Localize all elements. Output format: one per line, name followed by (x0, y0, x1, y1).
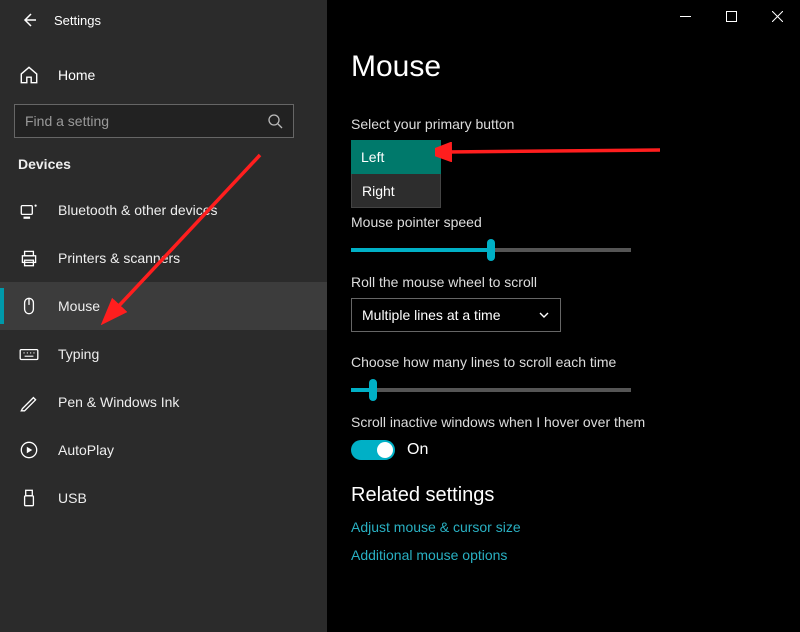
link-additional-mouse[interactable]: Additional mouse options (351, 547, 800, 563)
settings-window: Settings Home Devices Bluetooth & other … (0, 0, 800, 632)
slider-thumb[interactable] (369, 379, 377, 401)
slider-thumb[interactable] (487, 239, 495, 261)
main-panel: Mouse Select your primary button Left Ri… (327, 0, 800, 632)
chevron-down-icon (538, 309, 550, 321)
titlebar: Settings (0, 0, 327, 40)
window-controls (662, 0, 800, 32)
maximize-icon (726, 11, 737, 22)
maximize-button[interactable] (708, 0, 754, 32)
sidebar-section-label: Devices (0, 156, 327, 186)
sidebar-item-label: Mouse (58, 298, 100, 314)
keyboard-icon (18, 343, 40, 365)
sidebar-item-autoplay[interactable]: AutoPlay (0, 426, 327, 474)
sidebar-item-typing[interactable]: Typing (0, 330, 327, 378)
sidebar-item-label: Printers & scanners (58, 250, 180, 266)
window-title: Settings (54, 13, 101, 28)
sidebar-item-label: USB (58, 490, 87, 506)
search-wrap (0, 98, 327, 156)
sidebar-item-mouse[interactable]: Mouse (0, 282, 327, 330)
wheel-scroll-dropdown[interactable]: Multiple lines at a time (351, 298, 561, 332)
search-box[interactable] (14, 104, 294, 138)
link-adjust-cursor[interactable]: Adjust mouse & cursor size (351, 519, 800, 535)
hover-scroll-label: Scroll inactive windows when I hover ove… (351, 414, 800, 430)
hover-toggle-row: On (351, 440, 800, 460)
search-icon (267, 113, 283, 129)
close-icon (772, 11, 783, 22)
sidebar-item-printers[interactable]: Printers & scanners (0, 234, 327, 282)
sidebar-item-label: Bluetooth & other devices (58, 202, 218, 218)
mouse-icon (18, 295, 40, 317)
minimize-icon (680, 11, 691, 22)
sidebar-item-pen[interactable]: Pen & Windows Ink (0, 378, 327, 426)
sidebar-item-usb[interactable]: USB (0, 474, 327, 522)
wheel-scroll-label: Roll the mouse wheel to scroll (351, 274, 800, 290)
back-arrow-icon (21, 12, 37, 28)
dropdown-option-right[interactable]: Right (351, 174, 441, 208)
autoplay-icon (18, 439, 40, 461)
lines-scroll-slider[interactable] (351, 388, 631, 392)
toggle-state-label: On (407, 441, 428, 459)
minimize-button[interactable] (662, 0, 708, 32)
pointer-speed-slider[interactable] (351, 248, 631, 252)
slider-fill (351, 248, 491, 252)
sidebar-item-label: AutoPlay (58, 442, 114, 458)
dropdown-option-left[interactable]: Left (351, 140, 441, 174)
pointer-speed-label: Mouse pointer speed (351, 214, 800, 230)
primary-button-dropdown[interactable]: Left Right (351, 140, 441, 208)
sidebar-item-label: Pen & Windows Ink (58, 394, 179, 410)
usb-icon (18, 487, 40, 509)
sidebar: Settings Home Devices Bluetooth & other … (0, 0, 327, 632)
toggle-knob (377, 442, 393, 458)
printer-icon (18, 247, 40, 269)
sidebar-item-bluetooth[interactable]: Bluetooth & other devices (0, 186, 327, 234)
search-input[interactable] (25, 113, 267, 129)
home-icon (18, 64, 40, 86)
sidebar-home[interactable]: Home (0, 52, 327, 98)
home-label: Home (58, 67, 95, 83)
close-button[interactable] (754, 0, 800, 32)
hover-toggle[interactable] (351, 440, 395, 460)
lines-scroll-label: Choose how many lines to scroll each tim… (351, 354, 800, 370)
back-button[interactable] (18, 9, 40, 31)
bluetooth-icon (18, 199, 40, 221)
related-settings-heading: Related settings (351, 484, 800, 507)
primary-button-label: Select your primary button (351, 116, 800, 132)
dropdown-value: Multiple lines at a time (362, 307, 501, 323)
pen-icon (18, 391, 40, 413)
sidebar-item-label: Typing (58, 346, 99, 362)
